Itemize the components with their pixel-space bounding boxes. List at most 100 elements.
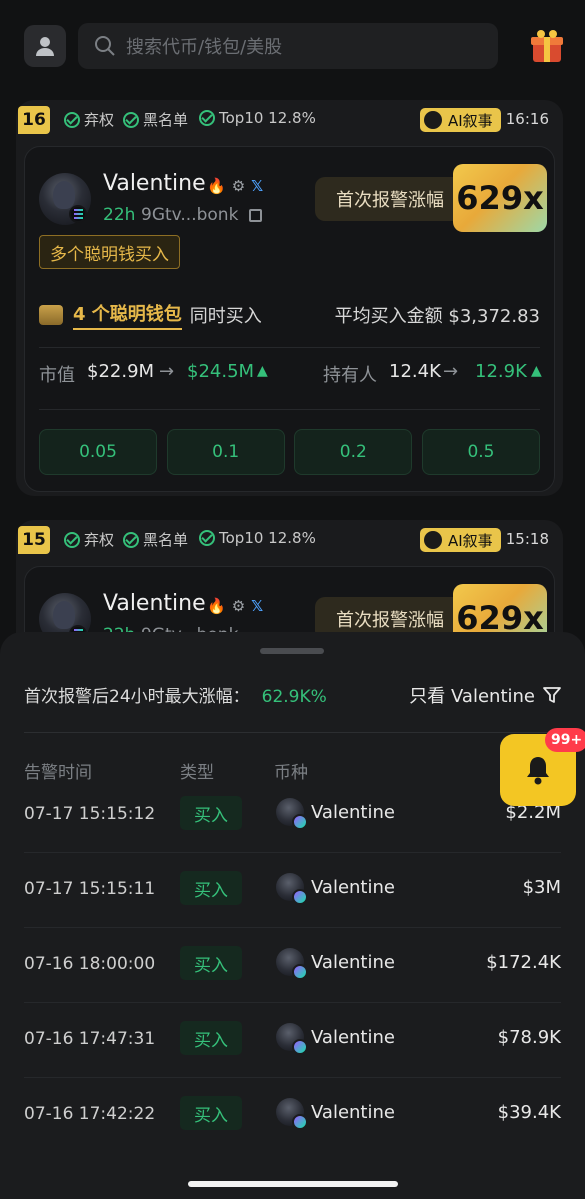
coin-avatar	[276, 948, 308, 980]
card-body: Valentine 🔥 ⚙ 𝕏 22h 9Gtv...bonk 多个聪明钱买入 …	[24, 146, 555, 492]
token-age: 22h	[103, 205, 136, 225]
tag-label: 黑名单	[143, 531, 189, 549]
mcap-to: $24.5M	[187, 361, 255, 382]
wallet-count-link[interactable]: 4 个聪明钱包	[73, 300, 182, 330]
table-row[interactable]: 07-16 18:00:00 买入 Valentine $172.4K	[24, 928, 561, 1003]
summary-label: 首次报警后24小时最大涨幅：	[24, 687, 250, 707]
card-meta: 16 弃权 黑名单 Top10 12.8% AI叙事 16:16	[16, 100, 563, 140]
user-icon	[36, 37, 54, 56]
max-gain-summary: 首次报警后24小时最大涨幅： 62.9K%	[24, 682, 327, 707]
profile-button[interactable]	[24, 25, 66, 67]
coin-name: Valentine	[311, 877, 395, 898]
mcap-label: 市值	[39, 365, 75, 386]
x-logo-icon[interactable]: 𝕏	[251, 597, 263, 615]
tag-label: Top10 12.8%	[219, 529, 316, 547]
table-row[interactable]: 07-16 17:42:22 买入 Valentine $39.4K	[24, 1078, 561, 1153]
up-arrow-icon: ▲	[257, 363, 268, 379]
tag-renounced: 弃权	[64, 109, 114, 130]
search-input[interactable]: 搜索代币/钱包/美股	[78, 23, 498, 69]
wallet-icon	[39, 305, 63, 325]
copy-icon[interactable]	[249, 209, 262, 222]
alert-history-sheet: 首次报警后24小时最大涨幅： 62.9K% 只看 Valentine 告警时间 类…	[0, 632, 585, 1199]
ai-narrative-badge[interactable]: AI叙事	[420, 108, 501, 132]
holders-to: 12.9K	[475, 361, 527, 382]
robot-icon: ⚙	[231, 597, 246, 615]
alert-time: 07-16 17:47:31	[24, 1029, 156, 1049]
holders-from: 12.4K	[389, 361, 441, 382]
fire-icon: 🔥	[207, 597, 226, 615]
token-name: Valentine	[103, 171, 206, 196]
page: 搜索代币/钱包/美股 16 弃权 黑名单 Top10 12.8% AI叙事 16…	[0, 0, 585, 1199]
coin-avatar	[276, 1098, 308, 1130]
table-row[interactable]: 07-16 17:47:31 买入 Valentine $78.9K	[24, 1003, 561, 1078]
notification-count-badge: 99+	[545, 728, 585, 752]
fire-icon: 🔥	[207, 177, 226, 195]
buy-button-0.05[interactable]: 0.05	[39, 429, 157, 475]
home-indicator[interactable]	[188, 1181, 398, 1187]
filter-label: 只看 Valentine	[409, 686, 535, 707]
token-address: 9Gtv...bonk	[141, 205, 239, 225]
sheet-handle[interactable]	[260, 648, 324, 654]
coin-avatar	[276, 798, 308, 830]
buy-button-0.2[interactable]: 0.2	[294, 429, 413, 475]
arrow-icon: →	[159, 361, 175, 382]
check-icon	[64, 111, 80, 128]
tag-blacklist: 黑名单	[123, 529, 188, 550]
card-meta: 15 弃权 黑名单 Top10 12.8% AI叙事 15:18	[16, 520, 563, 560]
avg-buy-amount: 平均买入金额 $3,372.83	[334, 306, 540, 327]
table-row[interactable]: 07-17 15:15:11 买入 Valentine $3M	[24, 853, 561, 928]
search-icon	[95, 36, 115, 56]
buy-button-0.1[interactable]: 0.1	[166, 429, 285, 475]
first-alert-label: 首次报警涨幅	[315, 177, 465, 221]
quick-buy-row: 0.05 0.1 0.2 0.5	[39, 429, 540, 475]
type-badge: 买入	[180, 1096, 242, 1130]
buy-button-0.5[interactable]: 0.5	[421, 429, 540, 475]
x-logo-icon[interactable]: 𝕏	[251, 177, 263, 195]
coin-name: Valentine	[311, 1027, 395, 1048]
wallet-same-label: 同时买入	[189, 306, 262, 327]
alert-time: 07-17 15:15:11	[24, 879, 156, 899]
alert-time: 07-17 15:15:12	[24, 804, 156, 824]
search-placeholder: 搜索代币/钱包/美股	[126, 37, 283, 58]
robot-icon: ⚙	[231, 177, 246, 195]
ai-label: AI叙事	[448, 111, 493, 130]
check-icon	[199, 530, 215, 546]
token-name: Valentine	[103, 591, 206, 616]
amount: $3M	[522, 877, 561, 898]
filter-icon	[543, 687, 561, 703]
token-badges: 🔥 ⚙ 𝕏	[207, 597, 263, 615]
divider	[39, 347, 540, 348]
type-badge: 买入	[180, 796, 242, 830]
up-arrow-icon: ▲	[531, 363, 542, 379]
coin-avatar	[276, 1023, 308, 1055]
divider	[39, 409, 540, 410]
solana-icon	[69, 205, 87, 223]
header: 搜索代币/钱包/美股	[24, 22, 563, 70]
alert-time: 07-16 18:00:00	[24, 954, 156, 974]
multiplier-badge: 629x	[453, 164, 547, 232]
tag-blacklist: 黑名单	[123, 109, 188, 130]
card-time: 15:18	[505, 530, 549, 548]
alert-time: 07-16 17:42:22	[24, 1104, 156, 1124]
coin-name: Valentine	[311, 952, 395, 973]
check-icon	[199, 110, 215, 126]
ai-label: AI叙事	[448, 531, 493, 550]
bell-icon	[527, 757, 549, 785]
tag-label: Top10 12.8%	[219, 109, 316, 127]
alert-card[interactable]: 16 弃权 黑名单 Top10 12.8% AI叙事 16:16 Valenti…	[16, 100, 563, 496]
amount: $39.4K	[497, 1102, 561, 1123]
ai-narrative-badge[interactable]: AI叙事	[420, 528, 501, 552]
amount: $172.4K	[486, 952, 561, 973]
type-badge: 买入	[180, 1021, 242, 1055]
type-badge: 买入	[180, 871, 242, 905]
tag-top10: Top10 12.8%	[199, 109, 316, 127]
mcap-from: $22.9M	[87, 361, 155, 382]
smart-money-tag: 多个聪明钱买入	[39, 235, 180, 269]
table-row[interactable]: 07-17 15:15:12 买入 Valentine $2.2M	[24, 778, 561, 853]
filter-button[interactable]: 只看 Valentine	[409, 682, 561, 708]
gift-icon[interactable]	[527, 26, 567, 66]
card-time: 16:16	[505, 110, 549, 128]
summary-value: 62.9K%	[261, 687, 327, 707]
tag-top10: Top10 12.8%	[199, 529, 316, 547]
ai-icon	[424, 111, 442, 129]
